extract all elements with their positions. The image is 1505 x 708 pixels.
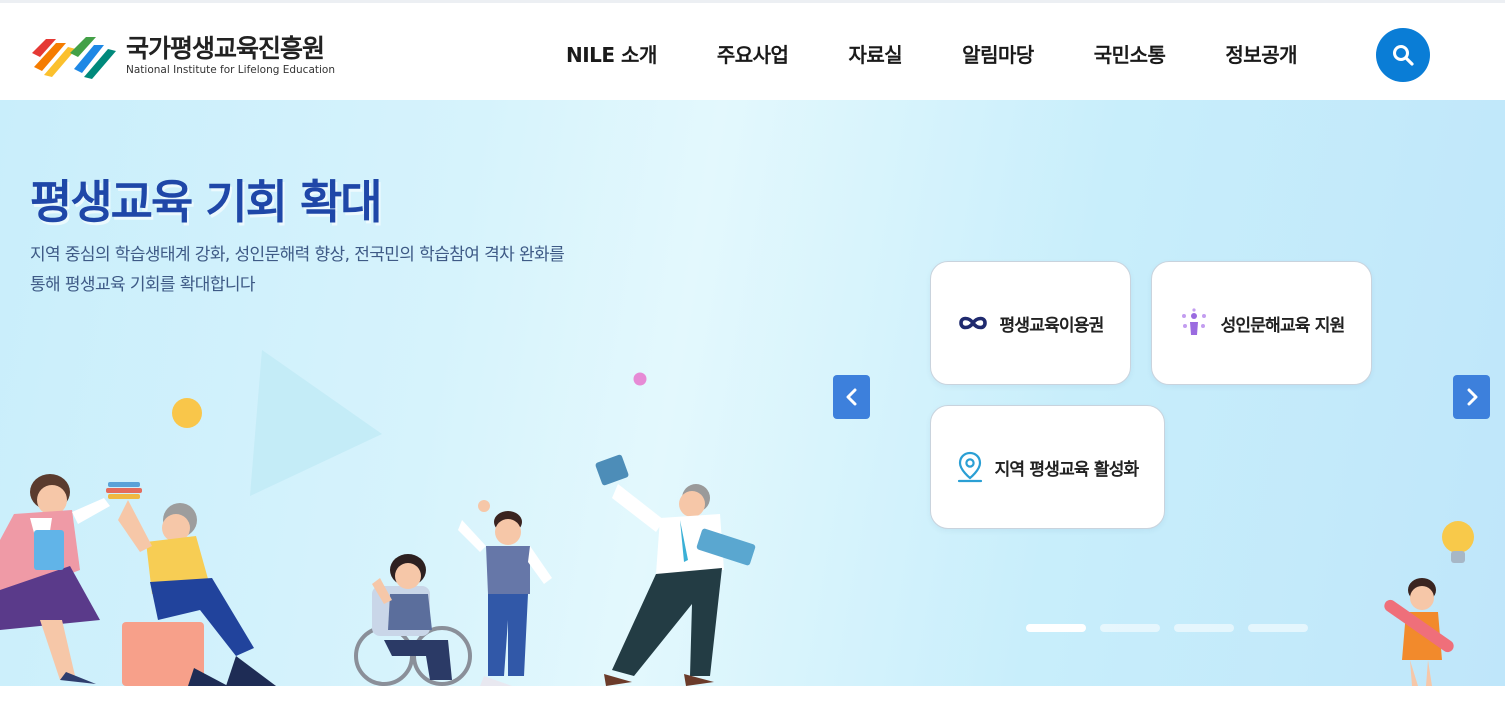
man-with-book-figure [595, 454, 756, 686]
yellow-ball-shape [172, 398, 202, 428]
site-header: 국가평생교육진흥원 National Institute for Lifelon… [0, 0, 1505, 100]
search-icon [1393, 45, 1414, 66]
pagination-dot-1[interactable] [1026, 624, 1086, 632]
chevron-right-icon [1467, 388, 1477, 406]
card-label: 평생교육이용권 [999, 315, 1105, 336]
slide-pagination [1026, 624, 1322, 632]
logo-text: 국가평생교육진흥원 National Institute for Lifelon… [126, 33, 336, 76]
chevron-left-icon [846, 388, 856, 406]
girl-with-pencil-figure [1384, 578, 1454, 686]
logo-mark-icon [30, 31, 118, 79]
pink-ball-shape [633, 372, 647, 386]
girl-in-wheelchair-figure [354, 554, 472, 686]
nav-item-main-projects[interactable]: 주요사업 [717, 39, 789, 68]
nav-item-resources[interactable]: 자료실 [848, 39, 902, 68]
nav-item-information-disclosure[interactable]: 정보공개 [1225, 39, 1297, 68]
pagination-dot-2[interactable] [1100, 624, 1160, 632]
main-nav: NILE 소개 주요사업 자료실 알림마당 국민소통 정보공개 [566, 39, 1297, 68]
content-below-strip [0, 686, 1505, 708]
card-regional-activation[interactable]: 지역 평생교육 활성화 [930, 405, 1165, 529]
elderly-woman-figure [118, 500, 276, 686]
card-label: 성인문해교육 지원 [1220, 315, 1346, 336]
prev-slide-button[interactable] [833, 375, 870, 419]
logo-korean-name: 국가평생교육진흥원 [126, 33, 325, 63]
card-adult-literacy[interactable]: 성인문해교육 지원 [1151, 261, 1372, 385]
bulb-icon [1442, 521, 1474, 563]
pagination-dot-4[interactable] [1248, 624, 1308, 632]
pagination-dot-3[interactable] [1174, 624, 1234, 632]
play-triangle-shape [250, 350, 382, 496]
literacy-icon [1181, 308, 1206, 335]
next-slide-button[interactable] [1453, 375, 1490, 419]
card-lifelong-voucher[interactable]: 평생교육이용권 [930, 261, 1131, 385]
infinity-icon [958, 316, 987, 330]
woman-with-books-figure [0, 474, 142, 684]
hero-illustration [0, 350, 1474, 686]
card-label: 지역 평생교육 활성화 [994, 459, 1140, 480]
boy-student-figure [458, 500, 552, 686]
search-button[interactable] [1376, 28, 1430, 82]
nav-item-nile-intro[interactable]: NILE 소개 [566, 39, 657, 68]
hero-banner: 평생교육 기회 확대 지역 중심의 학습생태계 강화, 성인문해력 향상, 전국… [0, 100, 1505, 686]
location-pin-icon [957, 451, 982, 483]
site-logo[interactable]: 국가평생교육진흥원 National Institute for Lifelon… [30, 31, 335, 79]
logo-english-name: National Institute for Lifelong Educatio… [126, 63, 336, 76]
nav-item-public-communication[interactable]: 국민소통 [1094, 39, 1166, 68]
nav-item-notices[interactable]: 알림마당 [962, 39, 1034, 68]
